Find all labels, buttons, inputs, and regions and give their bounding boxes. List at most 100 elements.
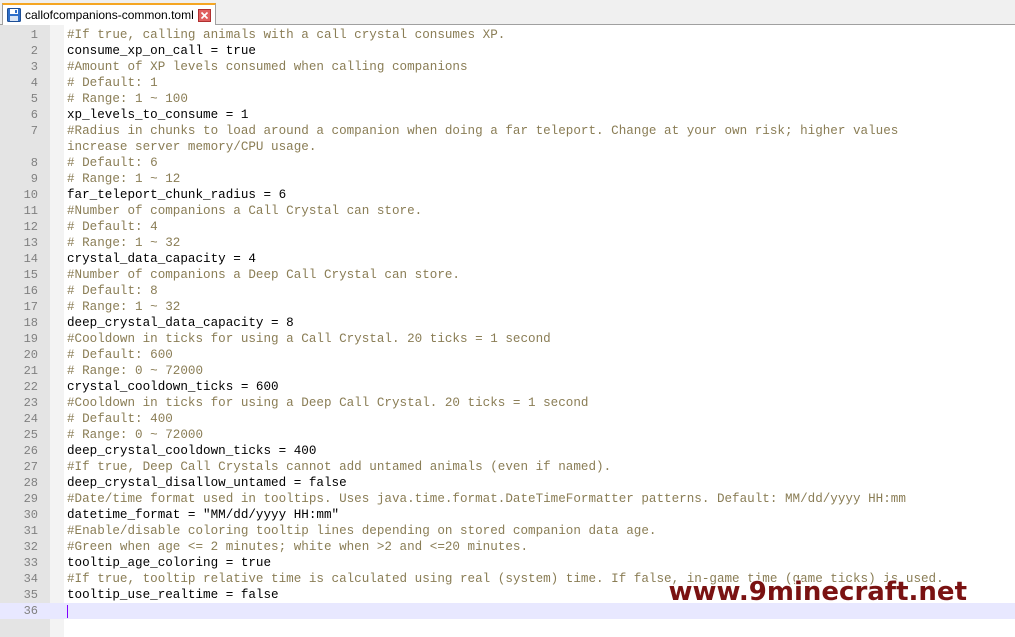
code-line[interactable]: 26 deep_crystal_cooldown_ticks = 400 [0, 443, 1015, 459]
line-number: 3 [30, 60, 38, 74]
comment-text: #Green when age <= 2 minutes; white when… [67, 540, 529, 554]
comment-text: #Enable/disable coloring tooltip lines d… [67, 524, 657, 538]
code-line[interactable]: 31 #Enable/disable coloring tooltip lines… [0, 523, 1015, 539]
text-editor[interactable]: 1 #If true, calling animals with a call c… [0, 25, 1015, 637]
code-line[interactable]: 18 deep_crystal_data_capacity = 8 [0, 315, 1015, 331]
code-line[interactable]: 36 [0, 603, 1015, 619]
line-number: 33 [23, 556, 38, 570]
line-number: 6 [30, 108, 38, 122]
line-number: 31 [23, 524, 38, 538]
code-line[interactable]: 23 #Cooldown in ticks for using a Deep Ca… [0, 395, 1015, 411]
comment-text: #If true, tooltip relative time is calcu… [67, 572, 944, 586]
code-lines[interactable]: 1 #If true, calling animals with a call c… [0, 27, 1015, 619]
code-line[interactable]: 34 #If true, tooltip relative time is cal… [0, 571, 1015, 587]
line-number: 15 [23, 268, 38, 282]
text-caret [67, 605, 68, 618]
line-number: 26 [23, 444, 38, 458]
comment-text: # Default: 4 [67, 220, 158, 234]
comment-text: # Range: 1 ~ 100 [67, 92, 188, 106]
line-number: 29 [23, 492, 38, 506]
comment-text: #Number of companions a Deep Call Crysta… [67, 268, 460, 282]
comment-text: # Default: 600 [67, 348, 173, 362]
line-number: 13 [23, 236, 38, 250]
line-number: 4 [30, 76, 38, 90]
line-number: 5 [30, 92, 38, 106]
setting-text: crystal_data_capacity = 4 [67, 252, 256, 266]
setting-text: crystal_cooldown_ticks = 600 [67, 380, 279, 394]
line-number: 28 [23, 476, 38, 490]
comment-text: # Default: 8 [67, 284, 158, 298]
code-line[interactable]: 7 #Radius in chunks to load around a comp… [0, 123, 1015, 139]
code-line[interactable]: 4 # Default: 1 [0, 75, 1015, 91]
comment-text: # Default: 400 [67, 412, 173, 426]
code-line[interactable]: 25 # Range: 0 ~ 72000 [0, 427, 1015, 443]
code-line[interactable]: 9 # Range: 1 ~ 12 [0, 171, 1015, 187]
code-line[interactable]: 16 # Default: 8 [0, 283, 1015, 299]
code-line[interactable]: 33 tooltip_age_coloring = true [0, 555, 1015, 571]
comment-text: # Range: 1 ~ 32 [67, 300, 181, 314]
comment-text: # Range: 0 ~ 72000 [67, 428, 204, 442]
code-line[interactable]: 17 # Range: 1 ~ 32 [0, 299, 1015, 315]
comment-text: # Range: 0 ~ 72000 [67, 364, 204, 378]
comment-text: #Date/time format used in tooltips. Uses… [67, 492, 906, 506]
code-line[interactable]: 20 # Default: 600 [0, 347, 1015, 363]
line-number: 10 [23, 188, 38, 202]
line-number: 24 [23, 412, 38, 426]
code-line[interactable]: 27 #If true, Deep Call Crystals cannot ad… [0, 459, 1015, 475]
line-number: 21 [23, 364, 38, 378]
code-line[interactable]: 3 #Amount of XP levels consumed when call… [0, 59, 1015, 75]
code-line[interactable]: 6 xp_levels_to_consume = 1 [0, 107, 1015, 123]
setting-text: deep_crystal_cooldown_ticks = 400 [67, 444, 317, 458]
line-number: 32 [23, 540, 38, 554]
setting-text: deep_crystal_data_capacity = 8 [67, 316, 294, 330]
tab-callofcompanions-common[interactable]: callofcompanions-common.toml [2, 3, 216, 25]
setting-text: consume_xp_on_call = true [67, 44, 256, 58]
code-line[interactable]: increase server memory/CPU usage. [0, 139, 1015, 155]
comment-text: #Number of companions a Call Crystal can… [67, 204, 423, 218]
code-line[interactable]: 19 #Cooldown in ticks for using a Call Cr… [0, 331, 1015, 347]
line-number: 25 [23, 428, 38, 442]
setting-text: datetime_format = "MM/dd/yyyy HH:mm" [67, 508, 340, 522]
code-line[interactable]: 11 #Number of companions a Call Crystal c… [0, 203, 1015, 219]
code-line[interactable]: 22 crystal_cooldown_ticks = 600 [0, 379, 1015, 395]
code-line[interactable]: 12 # Default: 4 [0, 219, 1015, 235]
line-number: 11 [23, 204, 38, 218]
line-number: 18 [23, 316, 38, 330]
setting-text: far_teleport_chunk_radius = 6 [67, 188, 287, 202]
line-number: 14 [23, 252, 38, 266]
line-number: 16 [23, 284, 38, 298]
code-line[interactable]: 30 datetime_format = "MM/dd/yyyy HH:mm" [0, 507, 1015, 523]
code-line[interactable]: 13 # Range: 1 ~ 32 [0, 235, 1015, 251]
code-line[interactable]: 29 #Date/time format used in tooltips. Us… [0, 491, 1015, 507]
comment-text: # Default: 6 [67, 156, 158, 170]
line-number: 1 [30, 28, 38, 42]
line-number: 7 [30, 124, 38, 138]
code-line[interactable]: 1 #If true, calling animals with a call c… [0, 27, 1015, 43]
comment-text: #If true, calling animals with a call cr… [67, 28, 506, 42]
code-line[interactable]: 28 deep_crystal_disallow_untamed = false [0, 475, 1015, 491]
setting-text: tooltip_age_coloring = true [67, 556, 272, 570]
code-line[interactable]: 2 consume_xp_on_call = true [0, 43, 1015, 59]
line-number: 19 [23, 332, 38, 346]
comment-text: #Amount of XP levels consumed when calli… [67, 60, 468, 74]
code-line[interactable]: 24 # Default: 400 [0, 411, 1015, 427]
code-line[interactable]: 15 #Number of companions a Deep Call Crys… [0, 267, 1015, 283]
code-line[interactable]: 5 # Range: 1 ~ 100 [0, 91, 1015, 107]
save-file-icon [7, 8, 21, 22]
code-line[interactable]: 10 far_teleport_chunk_radius = 6 [0, 187, 1015, 203]
line-number: 8 [30, 156, 38, 170]
close-icon[interactable] [197, 8, 211, 22]
code-line[interactable]: 35 tooltip_use_realtime = false [0, 587, 1015, 603]
code-line[interactable]: 14 crystal_data_capacity = 4 [0, 251, 1015, 267]
setting-text: deep_crystal_disallow_untamed = false [67, 476, 347, 490]
tab-label: callofcompanions-common.toml [25, 8, 194, 22]
notepad-window: callofcompanions-common.toml 1 #If true, … [0, 0, 1015, 637]
line-number: 17 [23, 300, 38, 314]
code-line[interactable]: 32 #Green when age <= 2 minutes; white wh… [0, 539, 1015, 555]
code-line[interactable]: 21 # Range: 0 ~ 72000 [0, 363, 1015, 379]
setting-text: xp_levels_to_consume = 1 [67, 108, 249, 122]
code-line[interactable]: 8 # Default: 6 [0, 155, 1015, 171]
comment-text: #Cooldown in ticks for using a Deep Call… [67, 396, 589, 410]
comment-text: # Range: 1 ~ 32 [67, 236, 181, 250]
line-number: 12 [23, 220, 38, 234]
